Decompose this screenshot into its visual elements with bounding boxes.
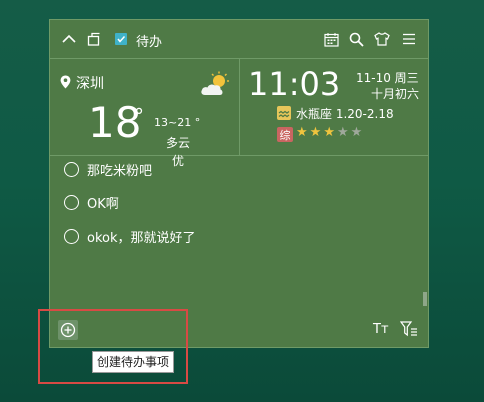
- checkbox-circle-icon[interactable]: [64, 194, 79, 210]
- star-icon: ★: [309, 125, 324, 140]
- filter-list-icon[interactable]: [399, 321, 418, 341]
- search-icon[interactable]: [347, 30, 365, 48]
- star-icon: ★: [323, 125, 337, 140]
- temperature-range: 13~21 °: [154, 116, 201, 129]
- info-divider: [239, 58, 240, 155]
- popout-icon[interactable]: [85, 30, 103, 48]
- city-name[interactable]: 深圳: [76, 73, 104, 93]
- widget-toolbar: 待办: [50, 20, 428, 59]
- date-weekday: 11-10 周三: [356, 71, 419, 85]
- shirt-icon[interactable]: [373, 30, 391, 48]
- todo-item[interactable]: okok，那就说好了: [64, 226, 196, 246]
- todo-text: 那吃米粉吧: [87, 163, 153, 179]
- weather-condition: 多云: [166, 136, 191, 150]
- scrollbar-thumb[interactable]: [423, 292, 427, 306]
- todo-item[interactable]: 那吃米粉吧: [64, 159, 152, 179]
- temperature-degree: °: [134, 104, 144, 128]
- todo-text: okok，那就说好了: [87, 230, 196, 246]
- clock-time: 11:03: [248, 65, 341, 103]
- calendar-icon[interactable]: [322, 30, 340, 48]
- fortune-stars: ★★★★★: [296, 125, 364, 140]
- comprehensive-badge: 综: [277, 127, 293, 142]
- star-icon: ★: [336, 125, 351, 140]
- chevron-up-icon[interactable]: [60, 30, 78, 48]
- todo-text: OK啊: [87, 196, 119, 212]
- menu-icon[interactable]: [400, 30, 418, 48]
- location-pin-icon: [60, 74, 71, 93]
- checkbox-circle-icon[interactable]: [64, 161, 79, 177]
- partly-cloudy-icon: [200, 71, 230, 101]
- todo-item[interactable]: OK啊: [64, 192, 119, 212]
- aquarius-icon: [277, 106, 291, 120]
- star-icon: ★: [296, 125, 310, 140]
- lunar-date: 十月初六: [371, 87, 420, 101]
- todo-icon: [112, 30, 130, 48]
- air-quality: 优: [172, 154, 185, 168]
- star-icon: ★: [350, 125, 365, 140]
- widget-title: 待办: [136, 35, 163, 50]
- info-panel: 深圳 18 ° 13~21 ° 多云 优 11:03 11-10 周三 十月初六…: [50, 58, 428, 168]
- zodiac-info[interactable]: 水瓶座 1.20-2.18: [296, 105, 394, 122]
- font-size-icon[interactable]: Tт: [373, 322, 389, 337]
- checkbox-circle-icon[interactable]: [64, 228, 79, 244]
- todo-widget: 待办 深圳 18 ° 13~21 ° 多云 优 11:03 11-10 周三 十…: [49, 19, 429, 348]
- tooltip: 创建待办事项: [92, 351, 175, 373]
